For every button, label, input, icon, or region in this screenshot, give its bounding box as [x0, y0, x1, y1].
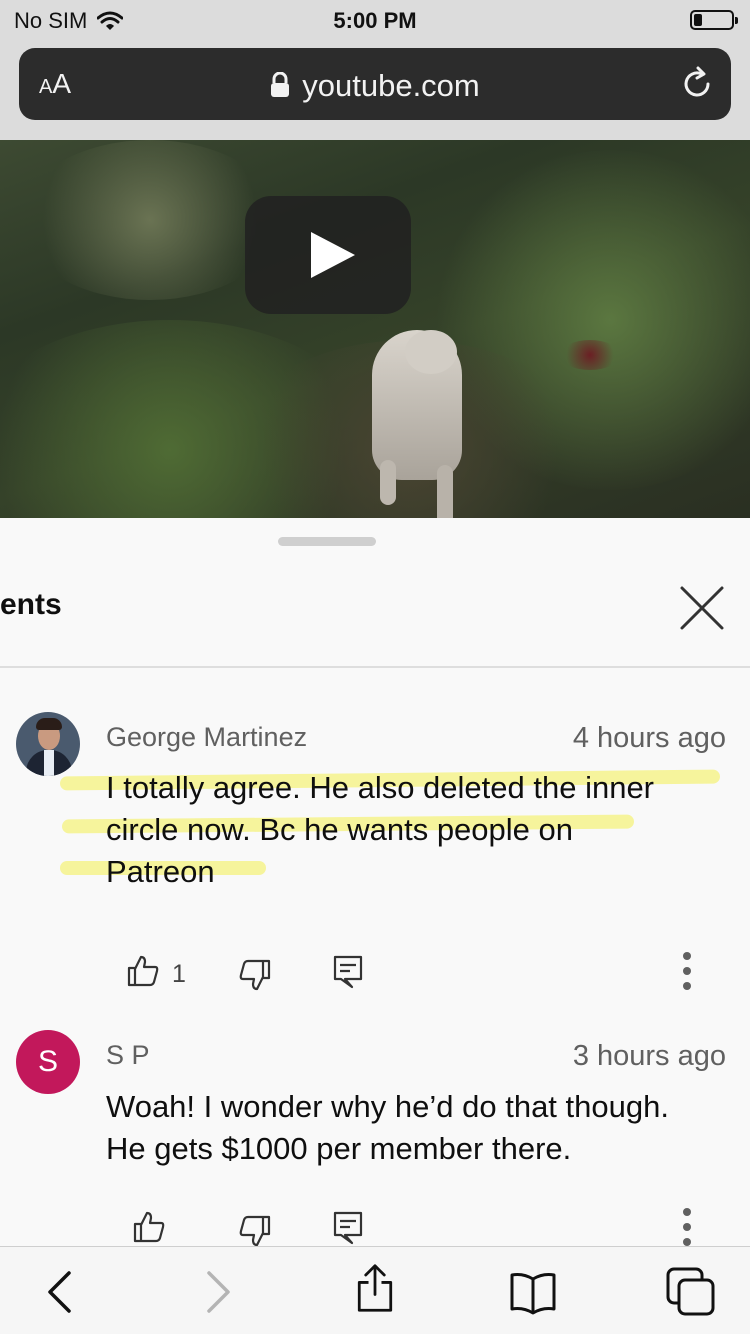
status-time: 5:00 PM — [333, 8, 417, 33]
play-button[interactable] — [245, 196, 411, 314]
comments-panel: ents George Martinez 4 hours ago I total… — [0, 518, 750, 1246]
browser-toolbar — [0, 1246, 750, 1334]
comment-timestamp: 4 hours ago — [572, 722, 726, 754]
url-display[interactable]: youtube.com — [19, 68, 731, 104]
dislike-icon[interactable] — [238, 958, 272, 992]
tabs-icon[interactable] — [666, 1267, 716, 1317]
comment-author[interactable]: S P — [106, 1040, 150, 1071]
reload-icon[interactable] — [679, 66, 715, 102]
like-count: 1 — [172, 960, 186, 988]
comment-item: S S P 3 hours ago Woah! I wonder why he’… — [0, 1028, 750, 1246]
like-icon[interactable] — [126, 954, 160, 988]
more-options-icon[interactable] — [672, 950, 702, 990]
more-options-icon[interactable] — [672, 1206, 702, 1246]
dislike-icon[interactable] — [238, 1214, 272, 1246]
comment-author[interactable]: George Martinez — [106, 722, 307, 753]
back-icon[interactable] — [36, 1267, 86, 1317]
play-icon — [311, 232, 355, 278]
panel-divider — [0, 666, 750, 668]
comment-item: George Martinez 4 hours ago I totally ag… — [0, 710, 750, 1010]
url-domain: youtube.com — [302, 68, 480, 103]
avatar[interactable] — [16, 712, 80, 776]
share-icon[interactable] — [350, 1263, 400, 1313]
close-icon[interactable] — [676, 582, 728, 634]
panel-title: ents — [0, 588, 62, 621]
address-bar[interactable]: AA youtube.com — [19, 48, 731, 120]
like-icon[interactable] — [132, 1210, 166, 1244]
comment-text: Woah! I wonder why he’d do that though. … — [106, 1086, 736, 1170]
avatar[interactable]: S — [16, 1030, 80, 1094]
lock-icon — [271, 72, 290, 97]
forward-icon[interactable] — [192, 1267, 242, 1317]
comment-text: I totally agree. He also deleted the inn… — [106, 767, 736, 893]
panel-drag-handle[interactable] — [278, 537, 376, 546]
battery-icon — [690, 10, 738, 30]
status-bar: No SIM 5:00 PM — [0, 0, 750, 42]
bookmarks-icon[interactable] — [508, 1267, 558, 1317]
comment-line: circle now. Bc he wants people on — [106, 812, 573, 847]
browser-top-chrome: AA youtube.com — [0, 42, 750, 140]
video-player[interactable] — [0, 140, 750, 518]
comment-line: He gets $1000 per member there. — [106, 1131, 572, 1166]
reply-icon[interactable] — [332, 954, 364, 990]
reply-icon[interactable] — [332, 1210, 364, 1246]
comment-line: Woah! I wonder why he’d do that though. — [106, 1089, 669, 1124]
comment-line: I totally agree. He also deleted the inn… — [106, 770, 655, 805]
comment-timestamp: 3 hours ago — [572, 1040, 726, 1072]
comment-line: Patreon — [106, 854, 215, 889]
